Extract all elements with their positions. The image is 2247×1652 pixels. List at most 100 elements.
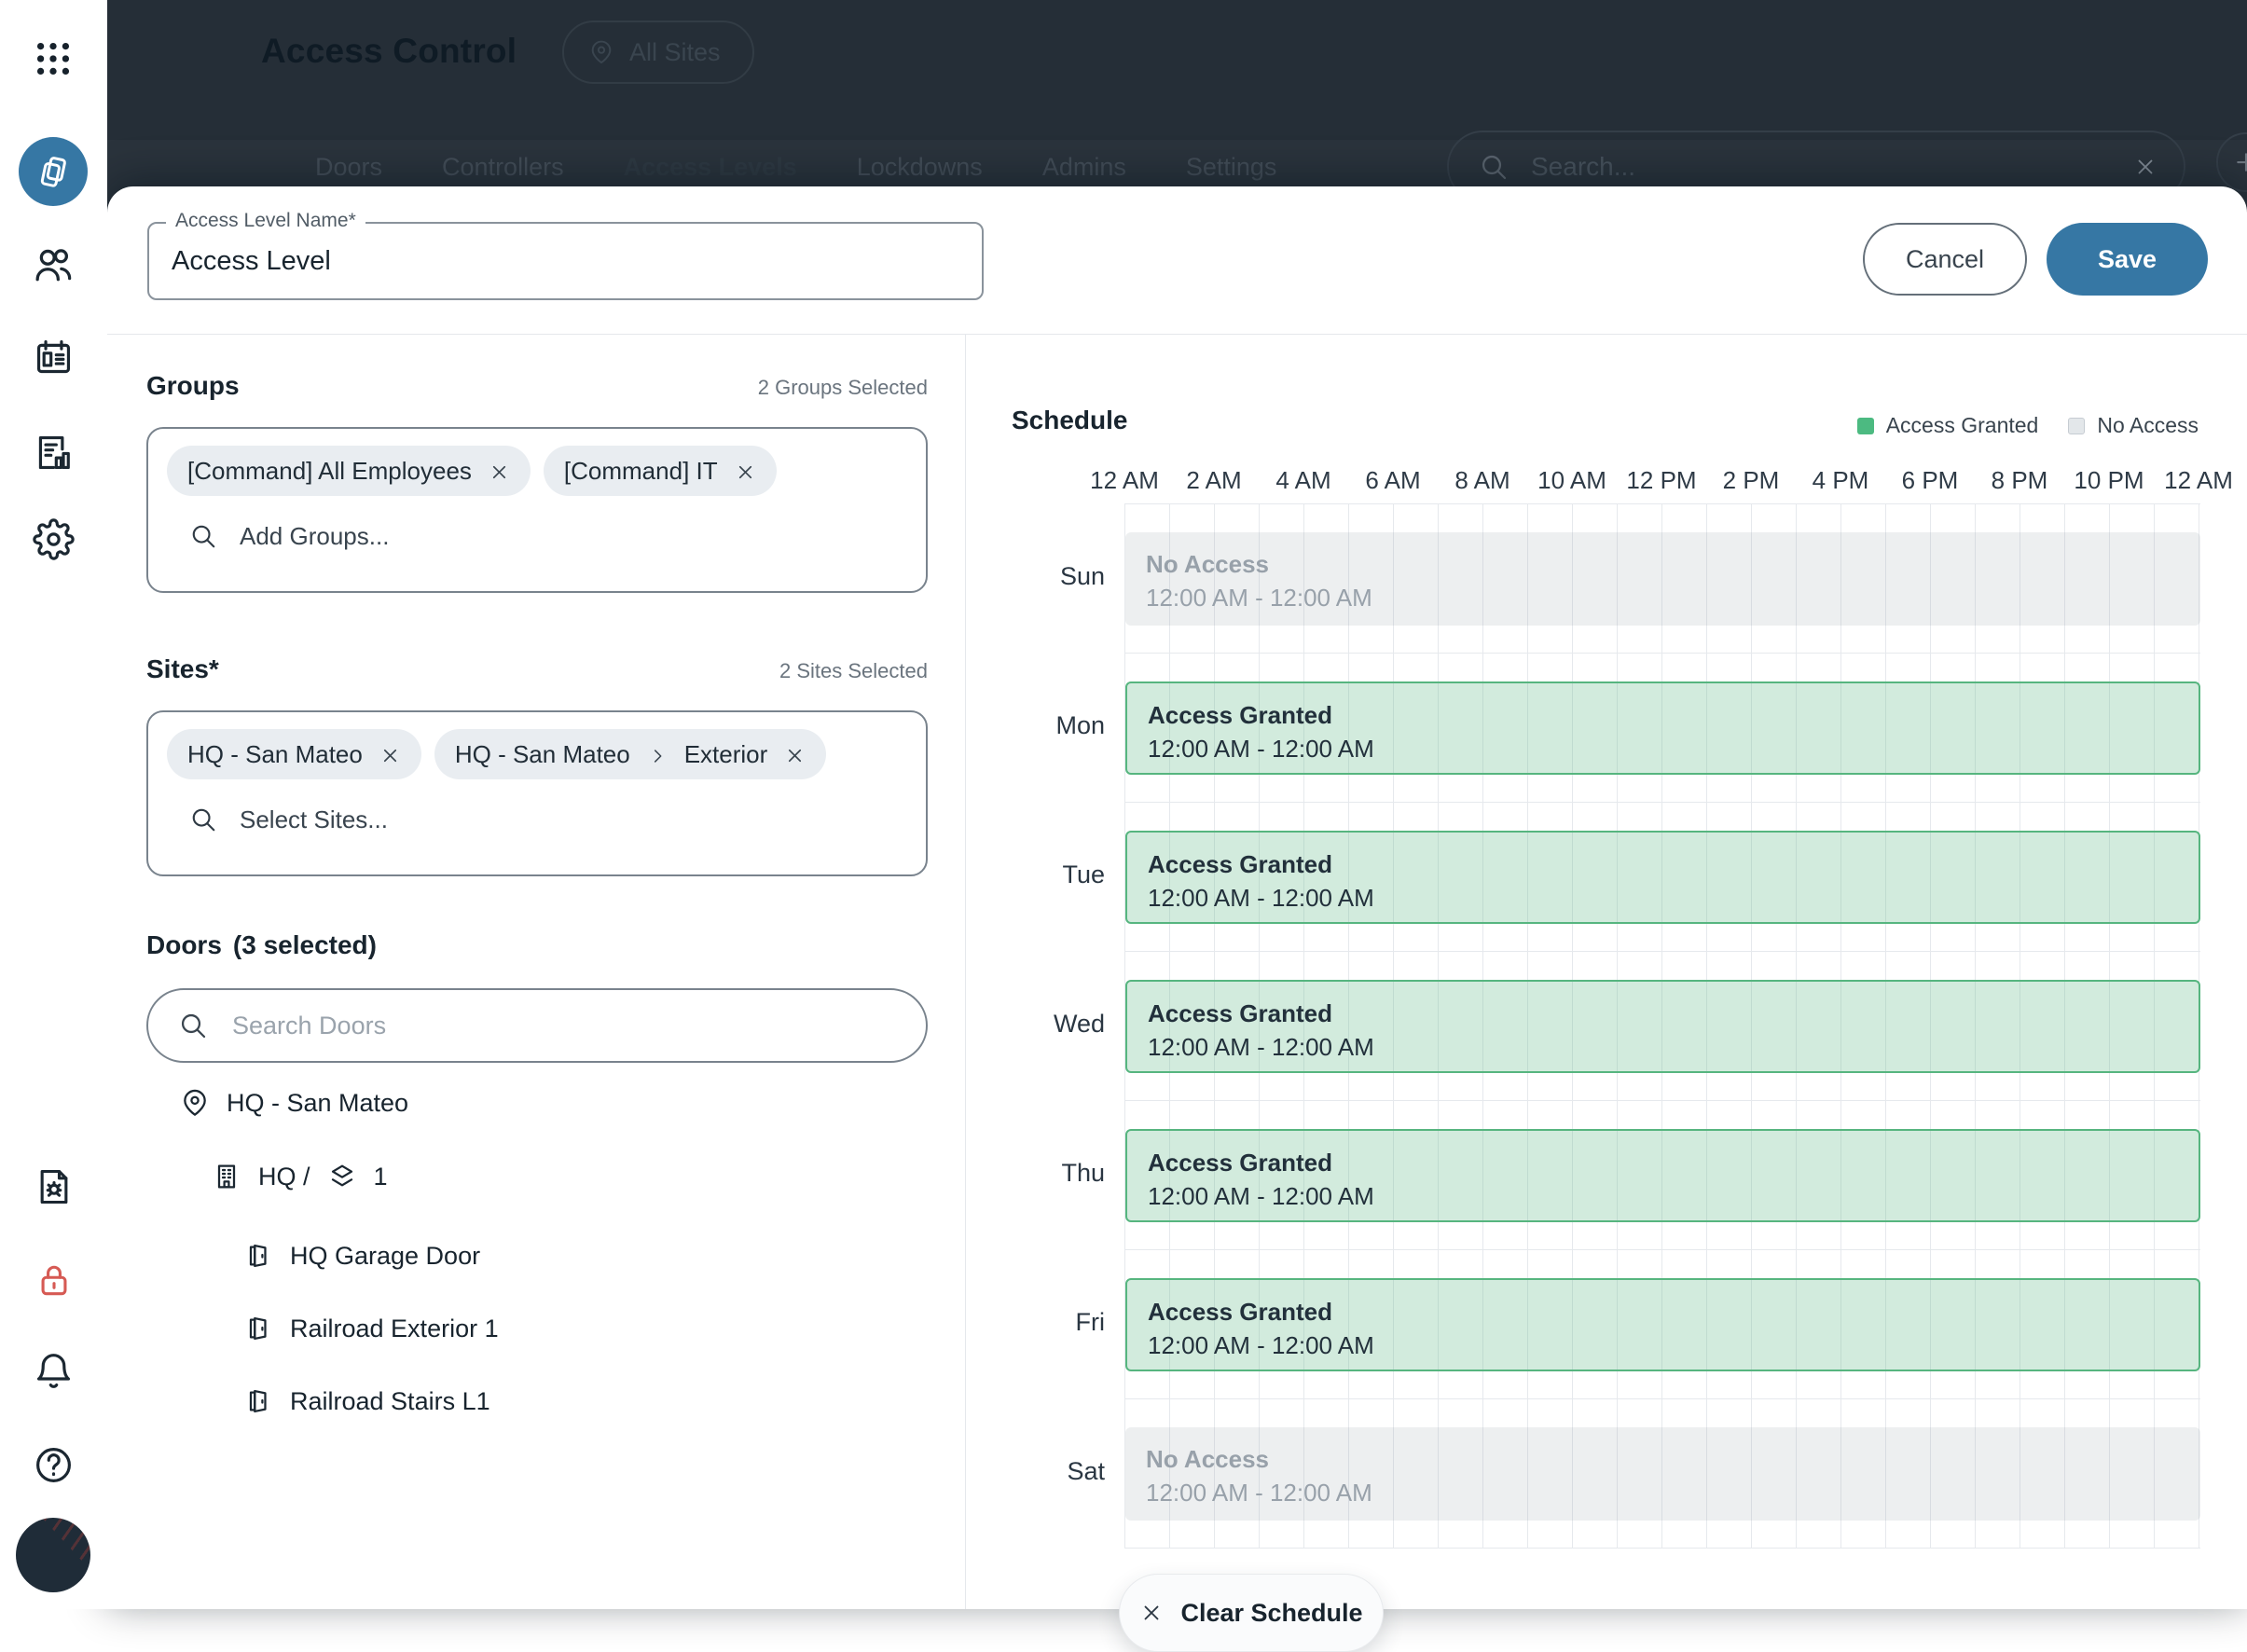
select-sites-input[interactable] <box>238 805 907 835</box>
access-level-name-input[interactable] <box>149 224 982 298</box>
chip-remove-icon[interactable] <box>489 461 510 482</box>
tab-lockdowns[interactable]: Lockdowns <box>857 153 983 182</box>
clear-schedule-button[interactable]: Clear Schedule <box>1119 1574 1384 1652</box>
schedule-block-fri[interactable]: Access Granted12:00 AM - 12:00 AM <box>1125 1278 2200 1371</box>
group-chip: [Command] IT <box>544 446 777 496</box>
sites-header: Sites* 2 Sites Selected <box>146 654 928 684</box>
chip-remove-icon[interactable] <box>379 744 401 765</box>
help-icon[interactable] <box>33 1444 75 1486</box>
tab-access-levels[interactable]: Access Levels <box>624 153 797 182</box>
door-icon <box>243 1241 273 1271</box>
time-label: 2 AM <box>1186 466 1241 495</box>
notifications-bell-icon[interactable] <box>33 1351 75 1393</box>
tab-settings[interactable]: Settings <box>1186 153 1277 182</box>
door-item-label: Railroad Stairs L1 <box>290 1387 490 1416</box>
chip-remove-icon[interactable] <box>784 744 806 765</box>
search-icon <box>189 805 217 833</box>
door-item[interactable]: HQ Garage Door <box>243 1231 480 1281</box>
tree-site-row[interactable]: HQ - San Mateo <box>180 1078 408 1128</box>
floor-layers-icon <box>327 1162 357 1191</box>
time-label: 6 AM <box>1365 466 1420 495</box>
group-chip-label: [Command] All Employees <box>187 457 472 486</box>
chip-remove-icon[interactable] <box>735 461 756 482</box>
schedule-block-sun[interactable]: No Access 12:00 AM - 12:00 AM <box>1125 532 2200 626</box>
people-icon[interactable] <box>32 243 75 286</box>
location-pin-icon <box>588 39 614 65</box>
schedule-block-time: 12:00 AM - 12:00 AM <box>1146 584 2200 612</box>
schedule-day-row-thu[interactable]: Access Granted12:00 AM - 12:00 AM <box>1125 1100 2200 1249</box>
schedule-block-status: Access Granted <box>1148 701 2199 729</box>
day-label: Sun <box>988 562 1105 591</box>
settings-gear-icon[interactable] <box>33 518 75 560</box>
door-search[interactable] <box>146 988 928 1063</box>
schedule-block-time: 12:00 AM - 12:00 AM <box>1146 1479 2200 1507</box>
search-icon <box>189 522 217 550</box>
schedule-day-row-mon[interactable]: Access Granted 12:00 AM - 12:00 AM <box>1125 653 2200 802</box>
legend-label: No Access <box>2097 413 2199 438</box>
cancel-button[interactable]: Cancel <box>1863 223 2027 296</box>
door-item-label: HQ Garage Door <box>290 1242 480 1271</box>
clear-schedule-label: Clear Schedule <box>1180 1599 1362 1628</box>
tree-building-row[interactable]: HQ / 1 <box>212 1151 388 1202</box>
time-label: 12 PM <box>1626 466 1696 495</box>
schedule-block-sat[interactable]: No Access12:00 AM - 12:00 AM <box>1125 1427 2200 1521</box>
schedule-grid: No Access 12:00 AM - 12:00 AM Access Grant… <box>1124 503 2200 1549</box>
schedule-heading: Schedule <box>1012 406 1127 435</box>
doors-heading: Doors <box>146 930 222 960</box>
tab-doors[interactable]: Doors <box>315 153 382 182</box>
schedule-block-time: 12:00 AM - 12:00 AM <box>1148 1033 2199 1061</box>
add-groups-row[interactable] <box>167 509 907 563</box>
access-level-name-label: Access Level Name* <box>166 210 365 232</box>
schedule-block-mon[interactable]: Access Granted 12:00 AM - 12:00 AM <box>1125 681 2200 775</box>
schedule-day-row-sun[interactable]: No Access 12:00 AM - 12:00 AM <box>1125 503 2200 653</box>
schedule-day-row-wed[interactable]: Access Granted 12:00 AM - 12:00 AM <box>1125 951 2200 1100</box>
door-item[interactable]: Railroad Exterior 1 <box>243 1303 499 1354</box>
schedule-day-row-sat[interactable]: No Access12:00 AM - 12:00 AM <box>1125 1398 2200 1548</box>
sidebar-item-access-control[interactable] <box>19 137 88 206</box>
close-icon <box>1139 1601 1164 1625</box>
building-icon <box>212 1162 241 1191</box>
door-search-input[interactable] <box>230 1011 903 1041</box>
doors-header: Doors (3 selected) <box>146 930 928 960</box>
day-label: Sat <box>988 1457 1105 1486</box>
time-label: 8 AM <box>1454 466 1509 495</box>
time-label: 12 AM <box>1090 466 1159 495</box>
door-item[interactable]: Railroad Stairs L1 <box>243 1376 490 1426</box>
schedule-block-wed[interactable]: Access Granted 12:00 AM - 12:00 AM <box>1125 980 2200 1073</box>
schedule-block-tue[interactable]: Access Granted12:00 AM - 12:00 AM <box>1125 831 2200 924</box>
schedule-block-thu[interactable]: Access Granted12:00 AM - 12:00 AM <box>1125 1129 2200 1222</box>
site-chip: HQ - San Mateo <box>167 729 421 779</box>
app-sidebar <box>0 0 107 1609</box>
clear-search-icon[interactable] <box>2133 155 2157 179</box>
reports-icon[interactable] <box>33 432 75 474</box>
apps-grid-icon[interactable] <box>32 37 75 80</box>
bug-report-icon[interactable] <box>34 1166 75 1207</box>
tab-controllers[interactable]: Controllers <box>442 153 564 182</box>
schedule-day-row-tue[interactable]: Access Granted12:00 AM - 12:00 AM <box>1125 802 2200 951</box>
schedule-block-time: 12:00 AM - 12:00 AM <box>1148 1182 2199 1210</box>
site-filter-button[interactable]: All Sites <box>562 21 754 84</box>
tree-floor-label: 1 <box>374 1163 388 1191</box>
group-chip: [Command] All Employees <box>167 446 531 496</box>
site-chip: HQ - San MateoExterior <box>434 729 826 779</box>
schedule-block-status: Access Granted <box>1148 999 2199 1027</box>
access-level-name-field[interactable]: Access Level Name* <box>147 222 984 300</box>
account-avatar[interactable] <box>16 1518 90 1592</box>
add-groups-input[interactable] <box>238 521 907 552</box>
site-chips: HQ - San Mateo HQ - San MateoExterior <box>167 729 907 779</box>
schedule-block-status: No Access <box>1146 550 2200 578</box>
time-label: 6 PM <box>1902 466 1959 495</box>
tab-admins[interactable]: Admins <box>1042 153 1126 182</box>
schedule-day-row-fri[interactable]: Access Granted12:00 AM - 12:00 AM <box>1125 1249 2200 1398</box>
lockdown-icon[interactable] <box>34 1260 75 1301</box>
legend-swatch-granted <box>1857 418 1874 434</box>
site-chip-label: HQ - San Mateo <box>187 740 363 769</box>
schedule-block-time: 12:00 AM - 12:00 AM <box>1148 735 2199 763</box>
access-level-editor: Access Level Name* Cancel Save Groups 2 … <box>107 186 2247 1609</box>
save-button[interactable]: Save <box>2047 223 2208 296</box>
calendar-icon[interactable] <box>33 337 75 379</box>
select-sites-row[interactable] <box>167 792 907 847</box>
horizontal-divider <box>107 334 2247 335</box>
time-label: 8 PM <box>1992 466 2048 495</box>
header-search-input[interactable] <box>1529 151 2133 183</box>
